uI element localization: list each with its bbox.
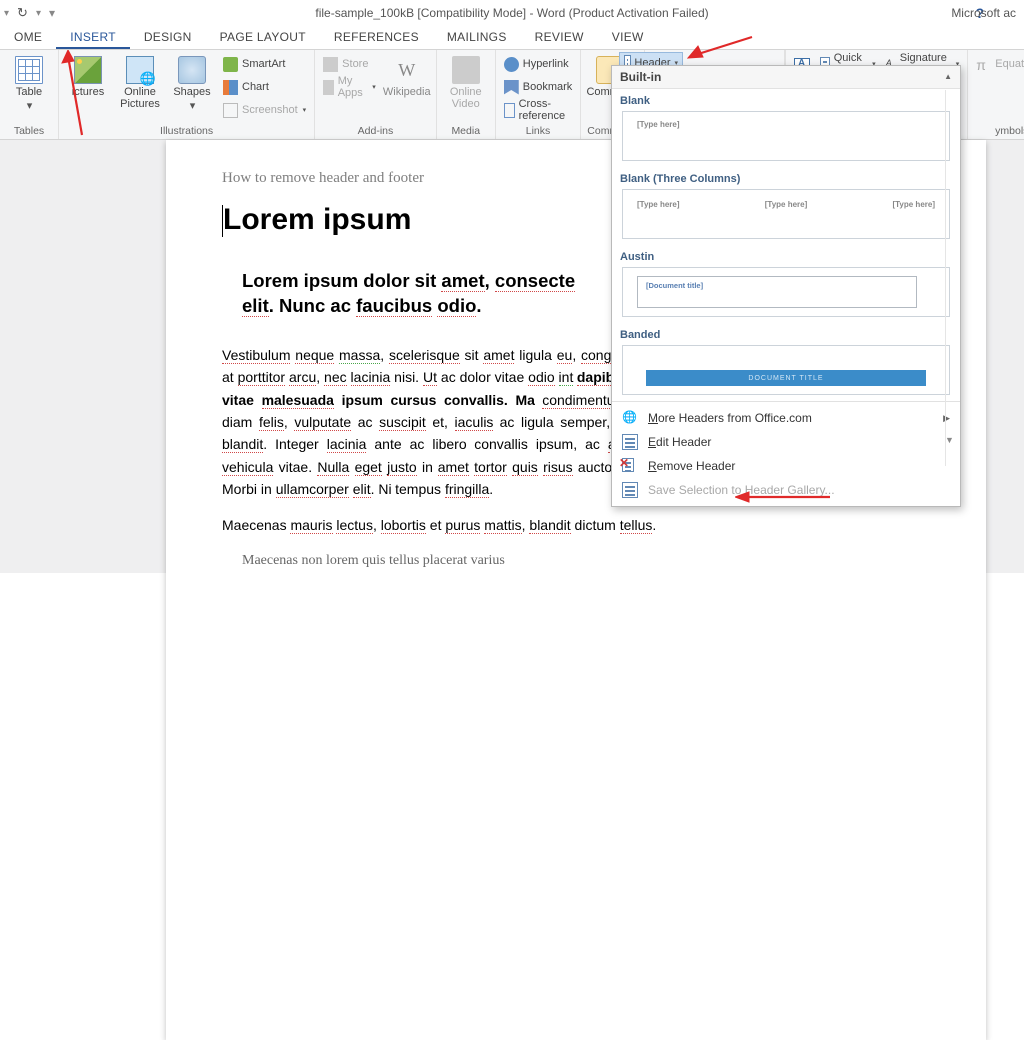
austin-label: Austin — [612, 245, 960, 265]
tab-mailings[interactable]: MAILINGS — [433, 26, 521, 49]
body-paragraph-3: Maecenas non lorem quis tellus placerat … — [222, 551, 930, 571]
shapes-icon — [178, 56, 206, 84]
austin-preview[interactable]: [Document title] — [622, 267, 950, 317]
tab-home[interactable]: OME — [0, 26, 56, 49]
wikipedia-button[interactable]: W Wikipedia — [384, 54, 430, 100]
group-symbols: ymbols — [974, 124, 1024, 137]
pictures-button[interactable]: ictures — [65, 54, 111, 100]
tab-review[interactable]: REVIEW — [521, 26, 598, 49]
save-gallery-icon — [622, 482, 638, 498]
scroll-down-icon[interactable]: ▼ — [945, 435, 954, 445]
store-icon — [323, 57, 338, 72]
online-video-button[interactable]: Online Video — [443, 54, 489, 112]
tab-page-layout[interactable]: PAGE LAYOUT — [206, 26, 320, 49]
tab-design[interactable]: DESIGN — [130, 26, 206, 49]
wikipedia-icon: W — [393, 56, 421, 84]
smartart-button[interactable]: SmartArt — [221, 54, 308, 74]
pictures-icon — [74, 56, 102, 84]
cross-ref-icon — [504, 103, 515, 118]
bookmark-icon — [504, 80, 519, 95]
shapes-button[interactable]: Shapes ▾ — [169, 54, 215, 114]
ribbon-tabs: OME INSERT DESIGN PAGE LAYOUT REFERENCES… — [0, 26, 1024, 50]
globe-icon: 🌐 — [622, 410, 638, 426]
chart-button[interactable]: Chart — [221, 77, 308, 97]
group-addins: Add-ins — [321, 124, 430, 137]
blank-three-label: Blank (Three Columns) — [612, 167, 960, 187]
header-dropdown-panel: Built-in ▲ Blank [Type here] Blank (Thre… — [611, 65, 961, 507]
refresh-icon[interactable]: ↻ — [17, 5, 28, 21]
more-headers-item[interactable]: 🌐 MMore Headers from Office.comore Heade… — [612, 406, 960, 430]
edit-header-icon — [622, 434, 638, 450]
body-paragraph-2: Maecenas mauris lectus, lobortis et puru… — [222, 515, 930, 537]
my-apps-button[interactable]: My Apps▾ — [321, 77, 378, 97]
account-label: Microsoft ac — [951, 6, 1016, 20]
online-pictures-icon — [126, 56, 154, 84]
edit-header-item[interactable]: Edit Header — [612, 430, 960, 454]
group-links: Links — [502, 124, 575, 137]
banded-preview[interactable]: DOCUMENT TITLE — [622, 345, 950, 395]
equation-icon: π — [976, 57, 991, 72]
tab-insert[interactable]: INSERT — [56, 26, 130, 49]
equation-button[interactable]: πEquation▾ — [974, 54, 1024, 74]
blank-label: Blank — [612, 89, 960, 109]
tab-view[interactable]: VIEW — [598, 26, 658, 49]
bookmark-button[interactable]: Bookmark — [502, 77, 575, 97]
scroll-up-icon[interactable]: ▲ — [944, 73, 952, 81]
remove-header-item[interactable]: ✕ Remove Header — [612, 454, 960, 478]
video-icon — [452, 56, 480, 84]
table-icon — [15, 56, 43, 84]
smartart-icon — [223, 57, 238, 72]
hyperlink-icon — [504, 57, 519, 72]
group-illustrations: Illustrations — [65, 124, 308, 137]
store-button[interactable]: Store — [321, 54, 378, 74]
window-title: file-sample_100kB [Compatibility Mode] -… — [315, 6, 708, 20]
blank-preview[interactable]: [Type here] — [622, 111, 950, 161]
tab-references[interactable]: REFERENCES — [320, 26, 433, 49]
blank-three-preview[interactable]: [Type here][Type here][Type here] — [622, 189, 950, 239]
builtin-label: Built-in — [620, 70, 661, 84]
banded-label: Banded — [612, 323, 960, 343]
remove-header-icon: ✕ — [622, 458, 638, 474]
save-selection-item: Save Selection to Header Gallery... — [612, 478, 960, 502]
group-media: Media — [443, 124, 489, 137]
online-pictures-button[interactable]: Online Pictures — [117, 54, 163, 112]
screenshot-button[interactable]: Screenshot▾ — [221, 100, 308, 120]
screenshot-icon — [223, 103, 238, 118]
hyperlink-button[interactable]: Hyperlink — [502, 54, 575, 74]
chart-icon — [223, 80, 238, 95]
apps-icon — [323, 80, 334, 95]
cross-reference-button[interactable]: Cross-reference — [502, 100, 575, 120]
table-button[interactable]: Table ▾ — [6, 54, 52, 114]
group-tables: Tables — [6, 124, 52, 137]
